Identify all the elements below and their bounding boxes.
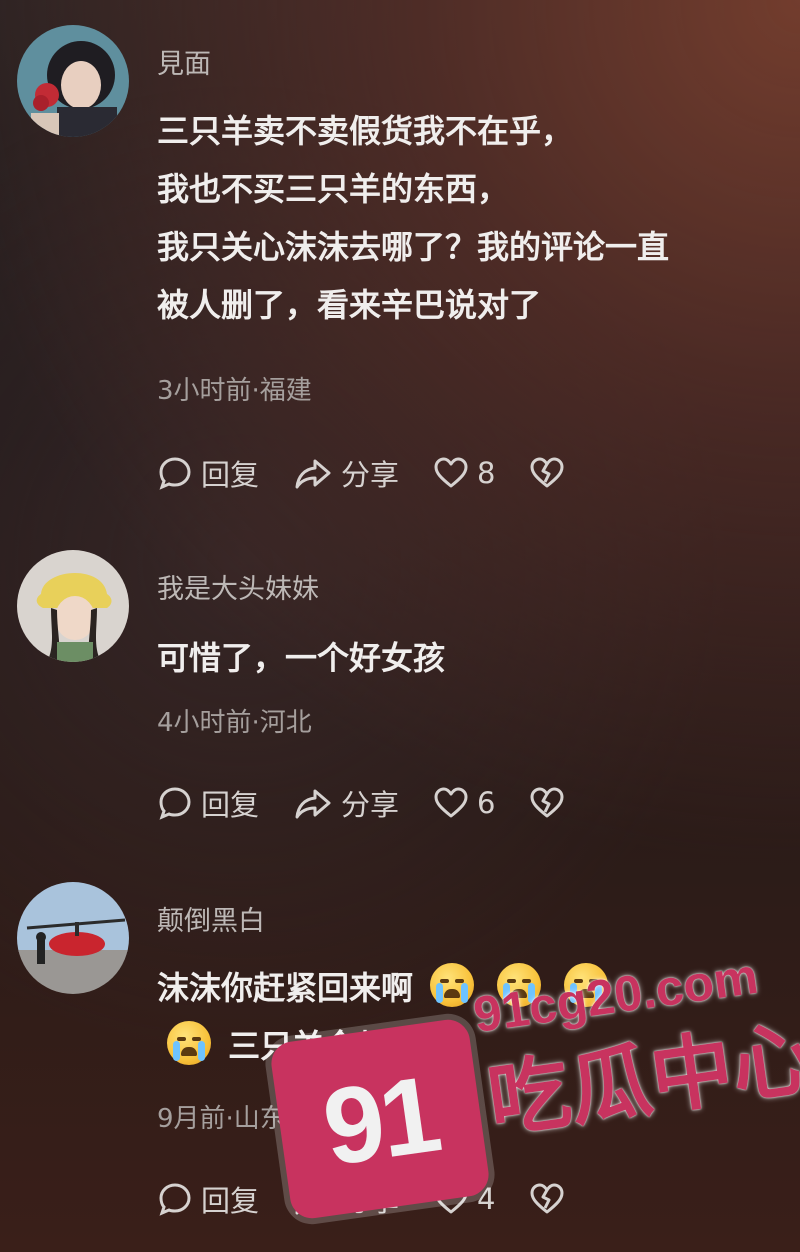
speech-bubble-icon	[159, 787, 191, 820]
reply-button[interactable]: 回复	[157, 452, 259, 494]
comment-actions: 回复 分享 6	[157, 783, 607, 823]
like-button[interactable]: 8	[433, 456, 495, 490]
username[interactable]: 颠倒黑白	[157, 899, 265, 938]
comment-line: 我也不买三只羊的东西，	[157, 170, 510, 208]
share-button[interactable]: 分享	[293, 782, 399, 824]
username[interactable]: 見面	[157, 42, 211, 81]
share-arrow-icon	[295, 459, 331, 489]
heart-icon	[434, 457, 468, 488]
comment-actions: 回复 分享 8	[157, 453, 607, 493]
watermark-badge: 91	[268, 1016, 492, 1222]
reply-button[interactable]: 回复	[157, 782, 259, 824]
broken-heart-icon	[530, 457, 564, 488]
comment-line: 被人删了，看来辛巴说对了	[157, 286, 542, 324]
like-button[interactable]: 6	[433, 786, 495, 820]
comment-meta: 3小时前·福建	[157, 376, 312, 406]
reply-label: 回复	[201, 788, 260, 822]
comment-meta: 9月前·山东	[157, 1104, 286, 1134]
comment-text-segment: 沫沫你赶紧回来啊	[157, 969, 414, 1007]
comment-line: 我只关心沫沫去哪了？我的评论一直	[157, 228, 670, 266]
share-arrow-icon	[295, 789, 331, 819]
like-count: 6	[477, 786, 496, 820]
share-button[interactable]: 分享	[293, 452, 399, 494]
reply-button[interactable]: 回复	[157, 1178, 259, 1220]
dislike-button[interactable]	[529, 456, 573, 490]
loudly-crying-face-emoji	[167, 1021, 211, 1065]
avatar-image	[17, 882, 129, 994]
comment-line: 三只羊卖不卖假货我不在乎，	[157, 112, 574, 150]
broken-heart-icon	[530, 1183, 564, 1214]
like-count: 8	[477, 456, 496, 490]
avatar[interactable]	[17, 882, 129, 994]
avatar-image	[17, 550, 129, 662]
comment-meta: 4小时前·河北	[157, 708, 312, 738]
dislike-button[interactable]	[529, 786, 573, 820]
watermark-badge-text: 91	[316, 1052, 445, 1189]
dislike-button[interactable]	[529, 1182, 573, 1216]
speech-bubble-icon	[159, 1183, 191, 1216]
speech-bubble-icon	[159, 457, 191, 490]
broken-heart-icon	[530, 787, 564, 818]
username[interactable]: 我是大头妹妹	[157, 567, 319, 606]
reply-label: 回复	[201, 1184, 260, 1218]
avatar-image	[17, 25, 129, 137]
avatar[interactable]	[17, 25, 129, 137]
heart-icon	[434, 787, 468, 818]
comment-line: 可惜了，一个好女孩	[157, 639, 446, 677]
comment-text: 三只羊卖不卖假货我不在乎， 我也不买三只羊的东西， 我只关心沫沫去哪了？我的评论…	[157, 111, 777, 343]
loudly-crying-face-emoji	[430, 963, 475, 1007]
reply-label: 回复	[201, 458, 260, 492]
share-label: 分享	[341, 788, 400, 822]
share-label: 分享	[341, 458, 400, 492]
comment-text: 可惜了，一个好女孩	[157, 638, 777, 696]
avatar[interactable]	[17, 550, 129, 662]
